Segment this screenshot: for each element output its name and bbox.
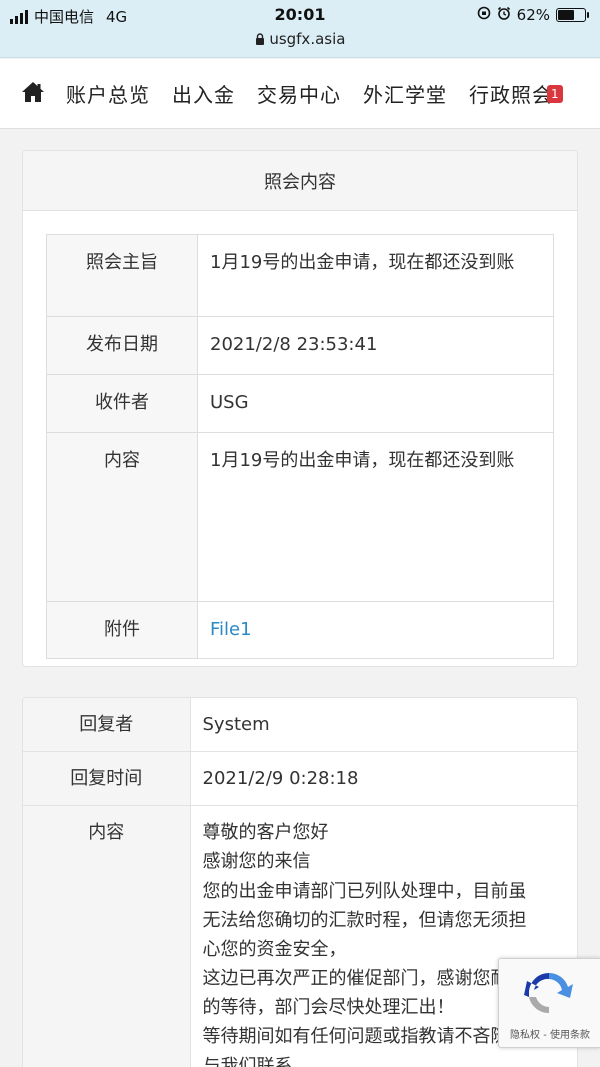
url-text: usgfx.asia: [269, 30, 346, 48]
content-label: 内容: [46, 431, 198, 602]
nav-trading-center[interactable]: 交易中心: [257, 79, 341, 108]
date-label: 发布日期: [46, 316, 198, 375]
lock-icon: [255, 30, 270, 48]
table-row: 发布日期 2021/2/8 23:53:41: [46, 316, 554, 375]
table-row: 内容 尊敬的客户您好 感谢您的来信 您的出金申请部门已列队处理中，目前虽无法给您…: [23, 805, 577, 1067]
subject-value: 1月19号的出金申请，现在都还没到账: [197, 234, 554, 317]
reply-line: 感谢您的来信: [202, 851, 311, 873]
status-bar: 中国电信 4G 20:01 usgfx.asia 62%: [0, 0, 600, 58]
recipient-value: USG: [197, 373, 554, 433]
replier-value: System: [190, 698, 577, 753]
recipient-label: 收件者: [46, 373, 198, 433]
reply-line: 等待期间如有任何问题或指教请不吝随时与我们联系: [202, 1026, 527, 1067]
reply-content-label: 内容: [23, 805, 191, 1067]
nav-deposit-withdraw[interactable]: 出入金: [172, 79, 235, 108]
table-row: 附件 File1: [46, 600, 554, 660]
table-row: 内容 1月19号的出金申请，现在都还没到账: [46, 431, 554, 602]
table-row: 回复者 System: [23, 698, 577, 753]
address-bar[interactable]: usgfx.asia: [0, 30, 600, 48]
top-nav: 账户总览 出入金 交易中心 外汇学堂 行政照会 1: [0, 59, 600, 129]
reply-line: 尊敬的客户您好: [202, 822, 329, 844]
table-row: 收件者 USG: [46, 373, 554, 433]
reply-panel: 回复者 System 回复时间 2021/2/9 0:28:18 内容 尊敬的客…: [22, 697, 578, 1067]
battery-icon: [556, 8, 589, 22]
reply-line: 这边已再次严正的催促部门，感谢您耐心的等待，部门会尽快处理汇出！: [202, 968, 527, 1019]
reply-table: 回复者 System 回复时间 2021/2/9 0:28:18 内容 尊敬的客…: [23, 698, 577, 1067]
content-value: 1月19号的出金申请，现在都还没到账: [197, 431, 554, 602]
table-row: 回复时间 2021/2/9 0:28:18: [23, 751, 577, 807]
recaptcha-links[interactable]: 隐私权 - 使用条款: [499, 1026, 600, 1041]
date-value: 2021/2/8 23:53:41: [197, 316, 554, 375]
inquiry-panel: 照会内容 照会主旨 1月19号的出金申请，现在都还没到账 发布日期 2021/2…: [22, 150, 578, 667]
table-row: 照会主旨 1月19号的出金申请，现在都还没到账: [46, 234, 554, 317]
nav-forex-school[interactable]: 外汇学堂: [363, 79, 447, 108]
attachment-label: 附件: [46, 600, 198, 660]
recaptcha-icon: [521, 967, 577, 1023]
nav-admin-notice[interactable]: 行政照会: [469, 79, 553, 108]
nav-account-overview[interactable]: 账户总览: [66, 79, 150, 108]
status-right: 62%: [477, 6, 589, 24]
home-button[interactable]: [0, 59, 66, 128]
battery-percent: 62%: [516, 6, 550, 24]
reply-line: 您的出金申请部门已列队处理中，目前虽无法给您确切的汇款时程，但请您无须担心您的资…: [202, 880, 527, 960]
inquiry-table: 照会主旨 1月19号的出金申请，现在都还没到账 发布日期 2021/2/8 23…: [46, 234, 554, 660]
alarm-icon: [497, 6, 511, 24]
replier-label: 回复者: [23, 698, 191, 753]
recaptcha-badge[interactable]: 隐私权 - 使用条款: [498, 958, 600, 1048]
battery-level: [558, 10, 575, 20]
notice-count-badge: 1: [547, 84, 563, 103]
home-icon: [21, 81, 45, 107]
attachment-link[interactable]: File1: [210, 619, 252, 640]
inquiry-panel-title: 照会内容: [23, 151, 577, 211]
rotation-lock-icon: [477, 6, 491, 24]
attachment-cell: File1: [197, 600, 554, 660]
subject-label: 照会主旨: [46, 234, 198, 317]
reply-time-value: 2021/2/9 0:28:18: [190, 751, 577, 807]
reply-time-label: 回复时间: [23, 751, 191, 807]
